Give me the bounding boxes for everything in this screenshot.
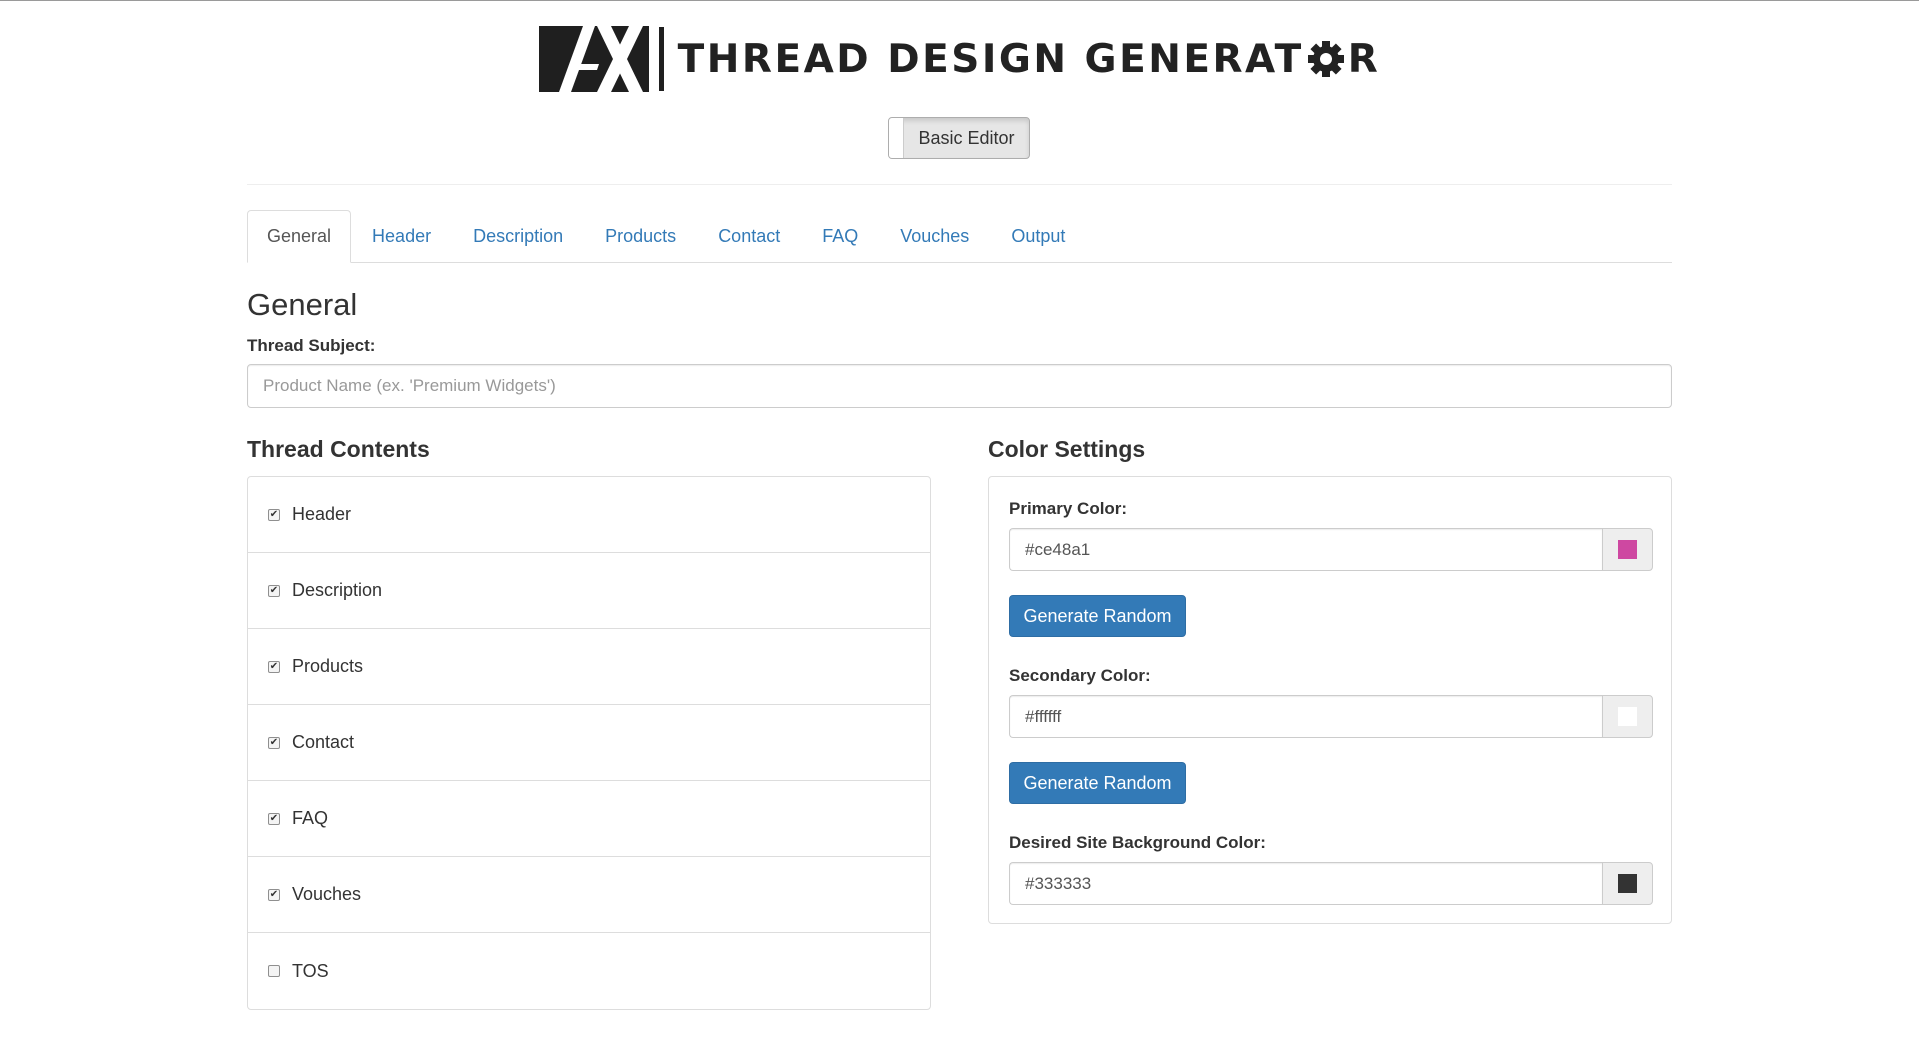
content-item-label: Contact [292, 732, 355, 752]
background-color-picker[interactable] [1602, 862, 1653, 905]
checkbox-icon[interactable]: ✔ [268, 736, 280, 749]
logo-divider [658, 27, 664, 91]
tab-vouches[interactable]: Vouches [879, 210, 990, 262]
secondary-color-input[interactable] [1009, 695, 1602, 738]
thread-subject-input[interactable] [247, 364, 1672, 408]
tab-general[interactable]: General [247, 210, 352, 263]
logo-title: THREAD DESIGN GENERAT R [678, 37, 1381, 82]
divider [247, 184, 1672, 185]
secondary-generate-random-button[interactable]: Generate Random [1009, 762, 1186, 804]
tab-description[interactable]: Description [452, 210, 584, 262]
content-item-label: FAQ [292, 808, 329, 828]
content-item-tos[interactable]: TOS [248, 933, 930, 1009]
checkbox-icon[interactable]: ✔ [268, 660, 280, 673]
secondary-color-label: Secondary Color: [1009, 666, 1151, 685]
ax-logo-icon [538, 26, 649, 92]
toggle-label: Basic Editor [918, 127, 1015, 148]
logo-title-tail: R [1347, 36, 1381, 82]
tab-output[interactable]: Output [990, 210, 1086, 262]
content-item-contact[interactable]: ✔ Contact [248, 705, 930, 781]
thread-contents-heading: Thread Contents [247, 436, 430, 462]
color-swatch-icon [1618, 874, 1637, 893]
color-swatch-icon [1618, 540, 1637, 559]
tab-products[interactable]: Products [584, 210, 697, 262]
primary-color-input[interactable] [1009, 528, 1602, 571]
editor-mode-toggle[interactable]: Basic Editor [888, 117, 1030, 159]
background-color-input[interactable] [1009, 862, 1602, 905]
color-swatch-icon [1618, 707, 1637, 726]
content-item-vouches[interactable]: ✔ Vouches [248, 857, 930, 933]
content-item-label: Vouches [292, 884, 362, 904]
checkbox-icon[interactable] [268, 965, 280, 977]
content-item-description[interactable]: ✔ Description [248, 553, 930, 629]
section-title: General [247, 287, 358, 322]
toggle-handle[interactable] [889, 118, 904, 158]
color-settings-panel: Primary Color: Generate Random Secondary… [988, 476, 1672, 924]
content-item-label: TOS [292, 960, 329, 981]
primary-color-label: Primary Color: [1009, 499, 1128, 518]
primary-color-picker[interactable] [1602, 528, 1653, 571]
gear-icon [1307, 41, 1344, 77]
primary-generate-random-button[interactable]: Generate Random [1009, 595, 1186, 637]
thread-subject-label: Thread Subject: [247, 336, 376, 355]
content-item-header[interactable]: ✔ Header [248, 477, 930, 553]
primary-color-group [1009, 528, 1653, 571]
checkbox-icon[interactable]: ✔ [268, 888, 280, 901]
content-item-label: Products [292, 656, 364, 676]
site-logo: THREAD DESIGN GENERAT R [0, 25, 1919, 93]
tab-faq[interactable]: FAQ [801, 210, 879, 262]
tab-header[interactable]: Header [351, 210, 452, 262]
content-item-label: Description [292, 580, 383, 600]
background-color-group [1009, 862, 1653, 905]
tab-contact[interactable]: Contact [697, 210, 801, 262]
content-item-products[interactable]: ✔ Products [248, 629, 930, 705]
content-item-label: Header [292, 504, 352, 524]
tab-bar: General Header Description Products Cont… [247, 210, 1672, 263]
secondary-color-group [1009, 695, 1653, 738]
logo-title-text: THREAD DESIGN GENERAT [677, 36, 1304, 82]
checkbox-icon[interactable]: ✔ [268, 508, 280, 521]
background-color-label: Desired Site Background Color: [1009, 833, 1266, 852]
thread-contents-list: ✔ Header ✔ Description ✔ Products ✔ Cont… [247, 476, 931, 1010]
secondary-color-picker[interactable] [1602, 695, 1653, 738]
content-item-faq[interactable]: ✔ FAQ [248, 781, 930, 857]
color-settings-heading: Color Settings [988, 436, 1146, 462]
checkbox-icon[interactable]: ✔ [268, 584, 280, 597]
checkbox-icon[interactable]: ✔ [268, 812, 280, 825]
